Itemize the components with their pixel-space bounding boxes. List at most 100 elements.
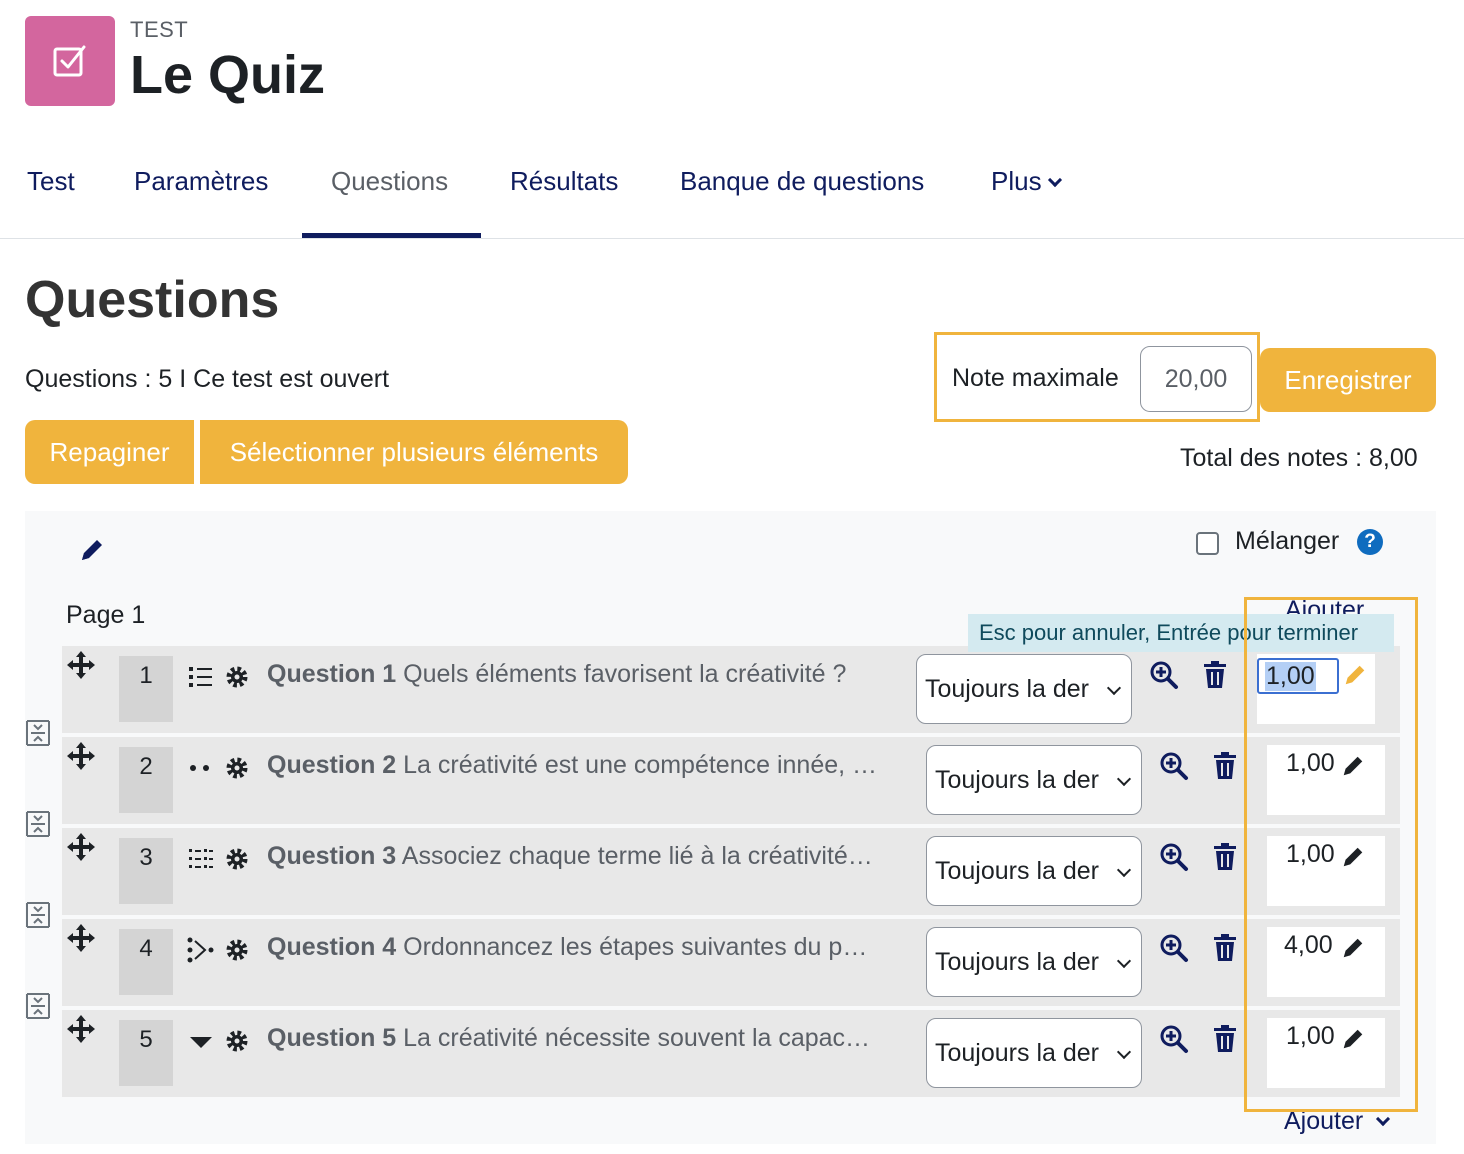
chevron-down-icon (1106, 680, 1122, 696)
edit-section-pencil-icon[interactable] (78, 536, 106, 564)
chevron-down-icon (1376, 1111, 1391, 1127)
move-icon[interactable] (66, 832, 96, 862)
page-dependency-select[interactable]: Toujours la der (916, 654, 1132, 724)
question-text[interactable]: Question 5 La créativité nécessite souve… (267, 1024, 919, 1053)
question-title: Question 3 (267, 842, 397, 870)
tab-more[interactable]: Plus (991, 166, 1062, 197)
page-break-icon[interactable] (25, 992, 51, 1020)
page-label: Page 1 (66, 601, 146, 629)
question-title: Question 5 (267, 1024, 397, 1052)
tab-more-label: Plus (991, 166, 1042, 196)
pencil-icon[interactable] (1340, 935, 1366, 961)
page-break-icon[interactable] (25, 719, 51, 747)
question-body: Associez chaque terme lié à la créativit… (401, 842, 873, 870)
move-icon[interactable] (66, 923, 96, 953)
tab-question-bank[interactable]: Banque de questions (680, 166, 924, 197)
question-body: La créativité nécessite souvent la capac… (403, 1024, 871, 1052)
preview-zoom-icon[interactable] (1159, 933, 1189, 963)
preview-zoom-icon[interactable] (1159, 842, 1189, 872)
question-body: Ordonnancez les étapes suivantes du p… (403, 933, 868, 961)
question-grade: 1,00 (1286, 749, 1335, 777)
chevron-down-icon (1116, 862, 1132, 878)
quiz-checkbox-icon (25, 16, 115, 106)
page-dependency-select[interactable]: Toujours la der (926, 836, 1142, 906)
gear-icon[interactable] (224, 846, 250, 872)
activity-type-label: TEST (130, 17, 189, 42)
select-value: Toujours la der (935, 765, 1099, 794)
question-number: 3 (119, 838, 173, 904)
grade-edit-input[interactable]: 1,00 (1257, 658, 1339, 694)
help-icon[interactable]: ? (1357, 529, 1383, 555)
max-grade-input[interactable]: 20,00 (1140, 346, 1252, 412)
page-dependency-select[interactable]: Toujours la der (926, 745, 1142, 815)
preview-zoom-icon[interactable] (1149, 660, 1179, 690)
preview-zoom-icon[interactable] (1159, 751, 1189, 781)
truefalse-icon (190, 765, 209, 771)
shuffle-label: Mélanger (1235, 527, 1340, 555)
question-grade: 1,00 (1286, 1022, 1335, 1050)
pencil-icon[interactable] (1340, 1026, 1366, 1052)
chevron-down-icon (1116, 1044, 1132, 1060)
question-row-2: 2 Question 2 La créativité est une compé… (62, 737, 1400, 824)
trash-icon[interactable] (1212, 842, 1238, 872)
tab-test[interactable]: Test (27, 166, 75, 197)
trash-icon[interactable] (1212, 751, 1238, 781)
question-text[interactable]: Question 1 Quels éléments favorisent la … (267, 660, 957, 689)
pencil-icon[interactable] (1340, 753, 1366, 779)
question-grade: 4,00 (1284, 931, 1333, 959)
shuffle-checkbox[interactable] (1196, 532, 1219, 555)
tab-questions[interactable]: Questions (331, 166, 448, 197)
secondary-navigation: Test Paramètres Questions Résultats Banq… (0, 150, 1464, 239)
question-row-4: 4 Question 4 Ordonnancez les étapes suiv… (62, 919, 1400, 1006)
chevron-down-icon (1047, 172, 1062, 188)
repaginate-button[interactable]: Repaginer (25, 420, 194, 484)
question-text[interactable]: Question 4 Ordonnancez les étapes suivan… (267, 933, 919, 962)
gear-icon[interactable] (224, 937, 250, 963)
question-row-5: 5 Question 5 La créativité nécessite sou… (62, 1010, 1400, 1097)
select-value: Toujours la der (935, 856, 1099, 885)
question-number: 5 (119, 1020, 173, 1086)
move-icon[interactable] (66, 650, 96, 680)
total-grades: Total des notes : 8,00 (1180, 444, 1418, 472)
tab-results[interactable]: Résultats (510, 166, 618, 197)
question-number: 4 (119, 929, 173, 995)
max-grade-label: Note maximale (952, 364, 1119, 392)
select-value: Toujours la der (935, 1038, 1099, 1067)
question-body: La créativité est une compétence innée, … (403, 751, 878, 779)
save-button[interactable]: Enregistrer (1260, 348, 1436, 412)
question-title: Question 2 (267, 751, 397, 779)
page-break-icon[interactable] (25, 901, 51, 929)
page-break-icon[interactable] (25, 810, 51, 838)
gear-icon[interactable] (224, 1028, 250, 1054)
move-icon[interactable] (66, 1014, 96, 1044)
tab-settings[interactable]: Paramètres (134, 166, 268, 197)
question-text[interactable]: Question 3 Associez chaque terme lié à l… (267, 842, 919, 871)
grade-edit-value: 1,00 (1265, 661, 1316, 691)
ordering-icon (187, 937, 214, 963)
page-dependency-select[interactable]: Toujours la der (926, 1018, 1142, 1088)
chevron-down-icon (1116, 771, 1132, 787)
gear-icon[interactable] (224, 664, 250, 690)
question-title: Question 1 (267, 660, 397, 688)
move-icon[interactable] (66, 741, 96, 771)
question-number: 2 (119, 747, 173, 813)
select-multiple-button[interactable]: Sélectionner plusieurs éléments (200, 420, 628, 484)
dropdown-icon (190, 1037, 212, 1048)
quiz-status: Questions : 5 I Ce test est ouvert (25, 365, 390, 393)
page-dependency-select[interactable]: Toujours la der (926, 927, 1142, 997)
gear-icon[interactable] (224, 755, 250, 781)
add-menu-bottom[interactable]: Ajouter (1284, 1107, 1391, 1136)
trash-icon[interactable] (1212, 1024, 1238, 1054)
pencil-icon[interactable] (1340, 844, 1366, 870)
question-number: 1 (119, 656, 173, 722)
trash-icon[interactable] (1202, 660, 1228, 690)
add-label: Ajouter (1284, 1107, 1364, 1135)
question-text[interactable]: Question 2 La créativité est une compéte… (267, 751, 919, 780)
question-row-1: 1 Question 1 Quels éléments favorisent l… (62, 646, 1400, 733)
question-title: Question 4 (267, 933, 397, 961)
pencil-icon[interactable] (1342, 662, 1368, 688)
trash-icon[interactable] (1212, 933, 1238, 963)
question-row-3: 3 Question 3 Associez chaque terme lié à… (62, 828, 1400, 915)
select-value: Toujours la der (935, 947, 1099, 976)
preview-zoom-icon[interactable] (1159, 1024, 1189, 1054)
